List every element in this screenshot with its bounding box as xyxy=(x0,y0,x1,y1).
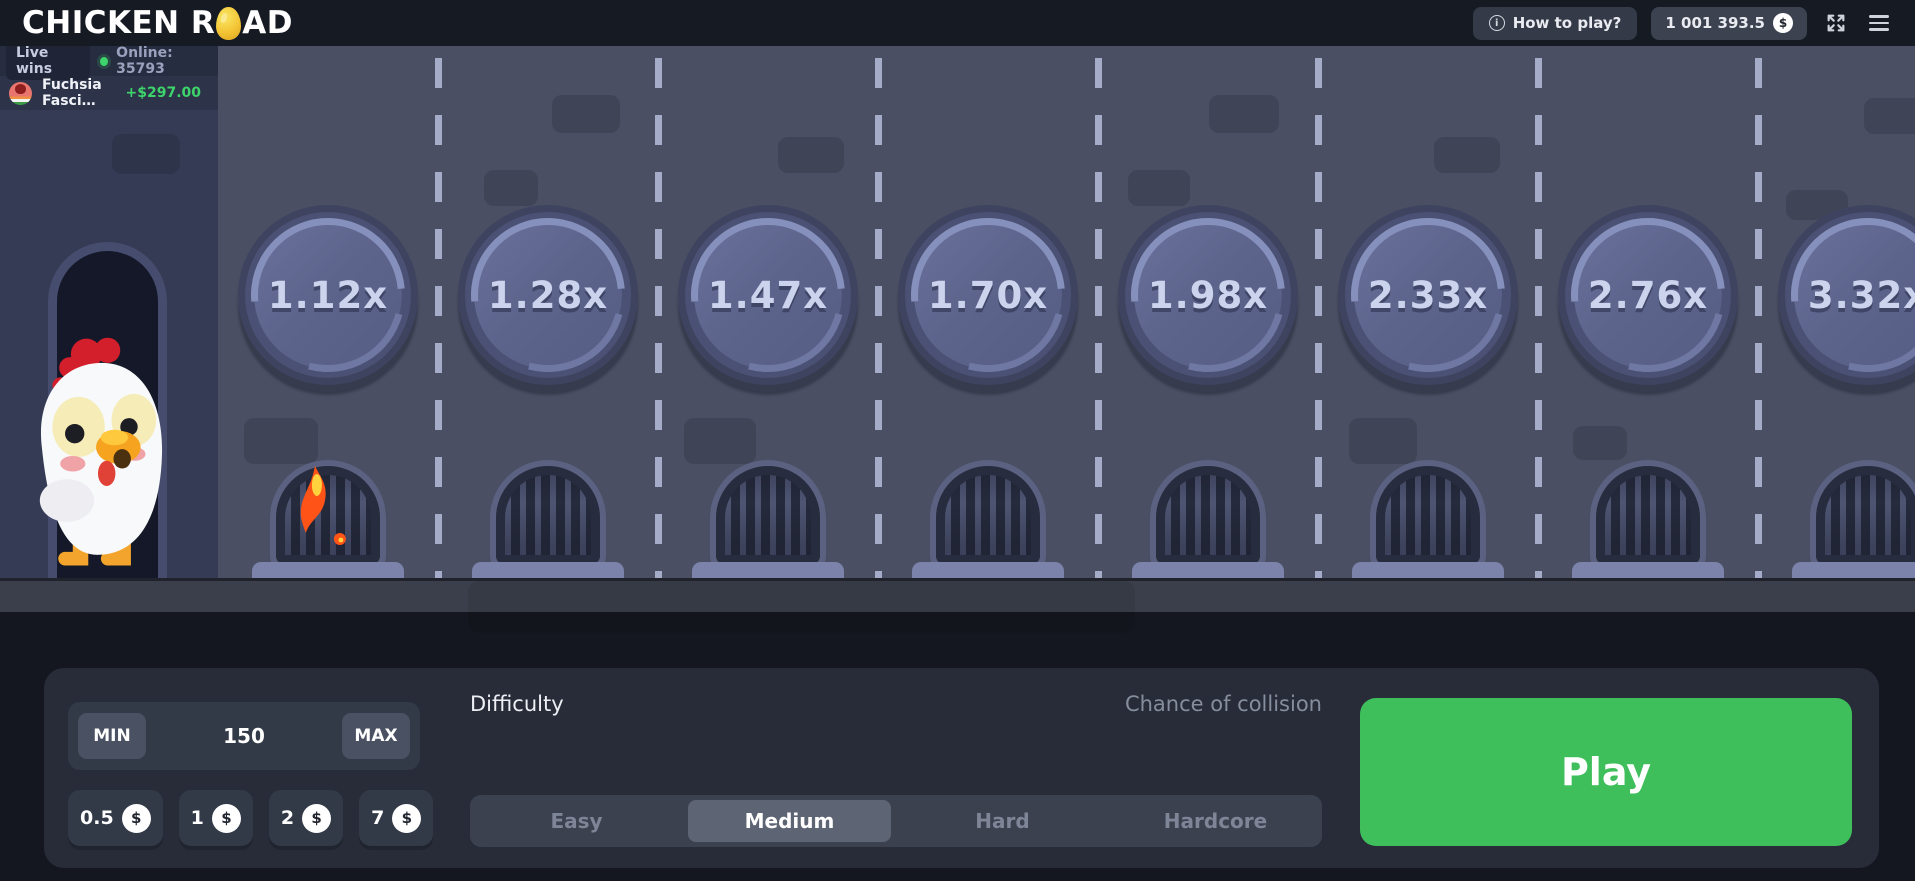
chicken-character xyxy=(22,328,172,578)
chip-value: 0.5 xyxy=(80,807,114,829)
lane: 2.76x xyxy=(1538,46,1758,578)
difficulty-option-easy[interactable]: Easy xyxy=(475,800,678,842)
multiplier-disc: 1.98x xyxy=(1134,221,1282,369)
grate-base xyxy=(472,562,624,578)
logo: CHICKEN R AD xyxy=(22,5,293,41)
lane: 1.47x xyxy=(658,46,878,578)
difficulty-option-medium[interactable]: Medium xyxy=(688,800,891,842)
live-wins-header: Live wins Online: 35793 xyxy=(0,46,218,76)
online-label: Online: 35793 xyxy=(116,45,212,77)
difficulty-option-hardcore[interactable]: Hardcore xyxy=(1114,800,1317,842)
dollar-coin-icon: $ xyxy=(1773,13,1793,33)
sewer-grate xyxy=(936,466,1040,564)
sewer-grate xyxy=(1376,466,1480,564)
menu-button[interactable] xyxy=(1865,11,1893,35)
fullscreen-button[interactable] xyxy=(1821,8,1851,38)
grate-base xyxy=(1352,562,1504,578)
sewer-grate xyxy=(1156,466,1260,564)
logo-text-suffix: AD xyxy=(242,5,293,41)
bet-chip-button[interactable]: 7 $ xyxy=(359,790,433,846)
difficulty-option-hard[interactable]: Hard xyxy=(901,800,1104,842)
game-board: 1.12x 1.28x xyxy=(0,46,1915,578)
grate-base xyxy=(912,562,1064,578)
play-button[interactable]: Play xyxy=(1360,698,1852,846)
grate-base xyxy=(692,562,844,578)
dollar-coin-icon: $ xyxy=(302,804,331,833)
balance-display[interactable]: 1 001 393.5 $ xyxy=(1651,7,1807,40)
multiplier-label: 1.70x xyxy=(928,274,1048,317)
chip-value: 7 xyxy=(371,807,384,829)
lane: 1.12x xyxy=(218,46,438,578)
difficulty-label: Difficulty xyxy=(470,692,564,716)
grate-base xyxy=(1572,562,1724,578)
info-icon: i xyxy=(1489,15,1505,31)
multiplier-label: 1.28x xyxy=(488,274,608,317)
multiplier-disc: 3.32x xyxy=(1794,221,1915,369)
bet-amount-value[interactable]: 150 xyxy=(223,724,265,748)
dollar-coin-icon: $ xyxy=(212,804,241,833)
player-name: Fuchsia Fasci… xyxy=(42,77,116,109)
egg-icon xyxy=(216,7,241,40)
fullscreen-icon xyxy=(1825,12,1847,34)
min-bet-button[interactable]: MIN xyxy=(78,713,146,759)
multiplier-disc: 1.28x xyxy=(474,221,622,369)
live-win-entry: Fuchsia Fasci… +$297.00 xyxy=(0,76,218,110)
multiplier-label: 1.12x xyxy=(268,274,388,317)
dollar-coin-icon: $ xyxy=(392,804,421,833)
live-wins-sidebar: Live wins Online: 35793 Fuchsia Fasci… +… xyxy=(0,46,218,110)
how-to-play-button[interactable]: i How to play? xyxy=(1473,7,1638,40)
start-zone xyxy=(0,46,218,578)
road-patch xyxy=(112,134,180,174)
grate-base xyxy=(1792,562,1915,578)
chance-of-collision-label: Chance of collision xyxy=(922,692,1322,716)
multiplier-label: 1.47x xyxy=(708,274,828,317)
sewer-grate xyxy=(716,466,820,564)
multiplier-disc: 1.70x xyxy=(914,221,1062,369)
multiplier-label: 2.76x xyxy=(1588,274,1708,317)
player-avatar xyxy=(9,82,32,105)
chip-value: 1 xyxy=(191,807,204,829)
top-bar: CHICKEN R AD i How to play? 1 001 393.5 … xyxy=(0,0,1915,46)
sewer-grate xyxy=(1596,466,1700,564)
sewer-grate xyxy=(496,466,600,564)
lane: 3.32x xyxy=(1758,46,1915,578)
grate-base xyxy=(252,562,404,578)
bet-chip-button[interactable]: 2 $ xyxy=(269,790,343,846)
lanes: 1.12x 1.28x xyxy=(218,46,1915,578)
top-bar-actions: i How to play? 1 001 393.5 $ xyxy=(1473,7,1893,40)
sewer-grate xyxy=(1816,466,1915,564)
dollar-coin-icon: $ xyxy=(122,804,151,833)
difficulty-selector: EasyMediumHardHardcore xyxy=(470,795,1322,847)
multiplier-label: 1.98x xyxy=(1148,274,1268,317)
live-wins-tab[interactable]: Live wins xyxy=(6,42,90,80)
multiplier-disc: 2.76x xyxy=(1574,221,1722,369)
logo-text-prefix: CHICKEN R xyxy=(22,5,215,41)
flame-icon xyxy=(291,462,355,558)
curb-strip xyxy=(0,578,1915,612)
control-panel: MIN 150 MAX 0.5 $ 1 $ 2 $ 7 $ Difficulty… xyxy=(44,668,1879,868)
multiplier-label: 3.32x xyxy=(1808,274,1915,317)
bet-amount-box: MIN 150 MAX xyxy=(68,702,420,770)
quick-bet-chips: 0.5 $ 1 $ 2 $ 7 $ xyxy=(68,790,433,846)
multiplier-disc: 1.12x xyxy=(254,221,402,369)
balance-value: 1 001 393.5 xyxy=(1665,14,1765,32)
grate-base xyxy=(1132,562,1284,578)
lane: 1.28x xyxy=(438,46,658,578)
lane: 1.98x xyxy=(1098,46,1318,578)
win-amount: +$297.00 xyxy=(126,85,210,101)
how-to-play-label: How to play? xyxy=(1513,14,1622,32)
online-dot-icon xyxy=(100,57,108,66)
lane: 1.70x xyxy=(878,46,1098,578)
online-counter: Online: 35793 xyxy=(100,45,212,77)
bet-chip-button[interactable]: 0.5 $ xyxy=(68,790,163,846)
lane: 2.33x xyxy=(1318,46,1538,578)
multiplier-label: 2.33x xyxy=(1368,274,1488,317)
bet-chip-button[interactable]: 1 $ xyxy=(179,790,253,846)
multiplier-disc: 2.33x xyxy=(1354,221,1502,369)
multiplier-disc: 1.47x xyxy=(694,221,842,369)
chicken-road-app: 1.12x 1.28x xyxy=(0,0,1915,881)
chip-value: 2 xyxy=(281,807,294,829)
max-bet-button[interactable]: MAX xyxy=(342,713,410,759)
